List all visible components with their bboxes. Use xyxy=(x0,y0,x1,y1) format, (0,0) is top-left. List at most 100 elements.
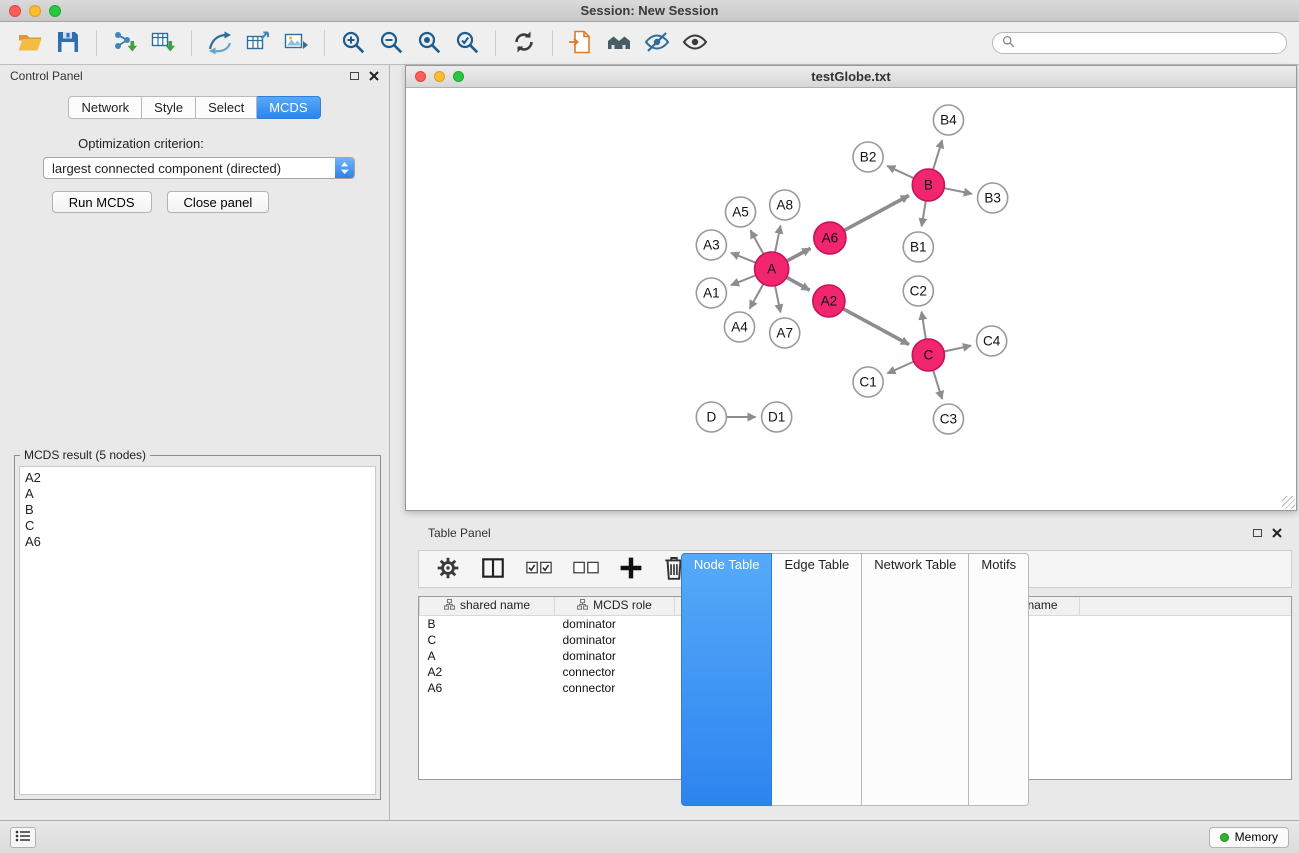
float-table-panel-icon[interactable] xyxy=(1253,529,1262,537)
result-item-C[interactable]: C xyxy=(25,518,370,534)
save-session-button[interactable] xyxy=(50,25,86,61)
export-image-icon xyxy=(283,29,309,58)
cytoscape-app: Session: New Session Control Panel xyxy=(0,0,1299,853)
edge-A-A7[interactable] xyxy=(775,286,780,313)
export-image-button[interactable] xyxy=(278,25,314,61)
zoom-out-button[interactable] xyxy=(373,25,409,61)
tab-network-table[interactable]: Network Table xyxy=(862,553,969,806)
tab-edge-table[interactable]: Edge Table xyxy=(772,553,862,806)
edge-C-C1[interactable] xyxy=(887,362,913,374)
import-network-file-button[interactable] xyxy=(107,25,143,61)
edge-C-C2[interactable] xyxy=(922,312,926,340)
edge-A2-C[interactable] xyxy=(843,309,909,345)
edge-A-A4[interactable] xyxy=(750,284,764,309)
edge-A-A1[interactable] xyxy=(731,275,756,285)
node-A[interactable]: A xyxy=(755,252,789,286)
run-mcds-button[interactable]: Run MCDS xyxy=(52,191,152,213)
zoom-fit-icon xyxy=(416,29,442,58)
node-C1[interactable]: C1 xyxy=(853,367,883,397)
close-window-button[interactable] xyxy=(9,5,21,17)
optimization-criterion-label: Optimization criterion: xyxy=(0,136,282,151)
open-network-file-button[interactable] xyxy=(563,25,599,61)
node-D1[interactable]: D1 xyxy=(762,402,792,432)
search-input[interactable] xyxy=(1020,36,1277,50)
table-tabs: Node TableEdge TableNetwork TableMotifs xyxy=(418,553,1292,806)
node-A4[interactable]: A4 xyxy=(724,312,754,342)
edge-C-C4[interactable] xyxy=(944,346,971,352)
edge-B-B4[interactable] xyxy=(933,140,942,170)
result-item-A6[interactable]: A6 xyxy=(25,534,370,550)
close-table-panel-icon[interactable] xyxy=(1272,528,1282,538)
maximize-network-window-button[interactable] xyxy=(453,71,464,82)
node-A7[interactable]: A7 xyxy=(770,318,800,348)
edge-C-C3[interactable] xyxy=(933,370,942,399)
node-A1[interactable]: A1 xyxy=(696,278,726,308)
criterion-dropdown[interactable]: largest connected component (directed) xyxy=(43,157,355,179)
result-item-A[interactable]: A xyxy=(25,486,370,502)
edge-A-A2[interactable] xyxy=(787,277,810,290)
control-panel-header: Control Panel xyxy=(0,65,389,87)
close-panel-icon[interactable] xyxy=(369,71,379,81)
tab-node-table[interactable]: Node Table xyxy=(681,553,773,806)
node-B1[interactable]: B1 xyxy=(903,232,933,262)
tab-motifs[interactable]: Motifs xyxy=(969,553,1029,806)
window-controls xyxy=(9,5,61,17)
export-network-button[interactable] xyxy=(202,25,238,61)
node-D[interactable]: D xyxy=(696,402,726,432)
window-resize-grip[interactable] xyxy=(1282,496,1295,509)
node-B[interactable]: B xyxy=(912,169,944,201)
memory-button[interactable]: Memory xyxy=(1209,827,1289,848)
edge-B-B2[interactable] xyxy=(887,166,914,178)
node-label: C4 xyxy=(983,334,1001,349)
minimize-network-window-button[interactable] xyxy=(434,71,445,82)
result-item-A2[interactable]: A2 xyxy=(25,470,370,486)
tab-select[interactable]: Select xyxy=(196,96,257,119)
import-table-file-button[interactable] xyxy=(145,25,181,61)
maximize-window-button[interactable] xyxy=(49,5,61,17)
node-A2[interactable]: A2 xyxy=(813,285,845,317)
node-A5[interactable]: A5 xyxy=(725,197,755,227)
open-session-button[interactable] xyxy=(12,25,48,61)
node-B4[interactable]: B4 xyxy=(933,105,963,135)
edge-B-B1[interactable] xyxy=(922,201,926,227)
hide-graphics-details-button[interactable] xyxy=(639,25,675,61)
export-table-button[interactable] xyxy=(240,25,276,61)
minimize-window-button[interactable] xyxy=(29,5,41,17)
result-item-B[interactable]: B xyxy=(25,502,370,518)
close-mcds-panel-button[interactable]: Close panel xyxy=(167,191,270,213)
node-C2[interactable]: C2 xyxy=(903,276,933,306)
edge-A-A3[interactable] xyxy=(731,253,756,263)
node-label: C1 xyxy=(859,375,876,390)
edge-A6-B[interactable] xyxy=(844,196,909,231)
zoom-selected-button[interactable] xyxy=(449,25,485,61)
task-history-button[interactable] xyxy=(10,827,36,848)
node-C4[interactable]: C4 xyxy=(977,326,1007,356)
close-network-window-button[interactable] xyxy=(415,71,426,82)
export-table-icon xyxy=(245,29,271,58)
apply-layout-button[interactable] xyxy=(506,25,542,61)
tab-network[interactable]: Network xyxy=(68,96,142,119)
edge-A-A6[interactable] xyxy=(787,248,811,261)
tab-style[interactable]: Style xyxy=(142,96,196,119)
edge-B-B3[interactable] xyxy=(944,188,972,194)
node-C[interactable]: C xyxy=(912,339,944,371)
node-B2[interactable]: B2 xyxy=(853,142,883,172)
network-window-controls xyxy=(415,71,464,82)
table-panel-header: Table Panel xyxy=(418,522,1292,544)
network-canvas[interactable]: A A6 A2 B C A1 A3 A4 A5 A7 A8 B1 B2 B3 B4 C1 C2 C3 C4 D D1 xyxy=(406,88,1296,510)
node-C3[interactable]: C3 xyxy=(933,404,963,434)
edge-A-A8[interactable] xyxy=(775,226,780,253)
node-A3[interactable]: A3 xyxy=(696,230,726,260)
float-panel-icon[interactable] xyxy=(350,72,359,80)
node-B3[interactable]: B3 xyxy=(978,183,1008,213)
zoom-fit-button[interactable] xyxy=(411,25,447,61)
zoom-in-button[interactable] xyxy=(335,25,371,61)
tab-mcds[interactable]: MCDS xyxy=(257,96,320,119)
edge-A-A5[interactable] xyxy=(751,230,764,254)
show-graphics-details-button[interactable] xyxy=(677,25,713,61)
memory-status-icon xyxy=(1220,833,1229,842)
node-A6[interactable]: A6 xyxy=(814,222,846,254)
node-A8[interactable]: A8 xyxy=(770,190,800,220)
home-button[interactable] xyxy=(601,25,637,61)
task-list-icon xyxy=(15,830,31,845)
